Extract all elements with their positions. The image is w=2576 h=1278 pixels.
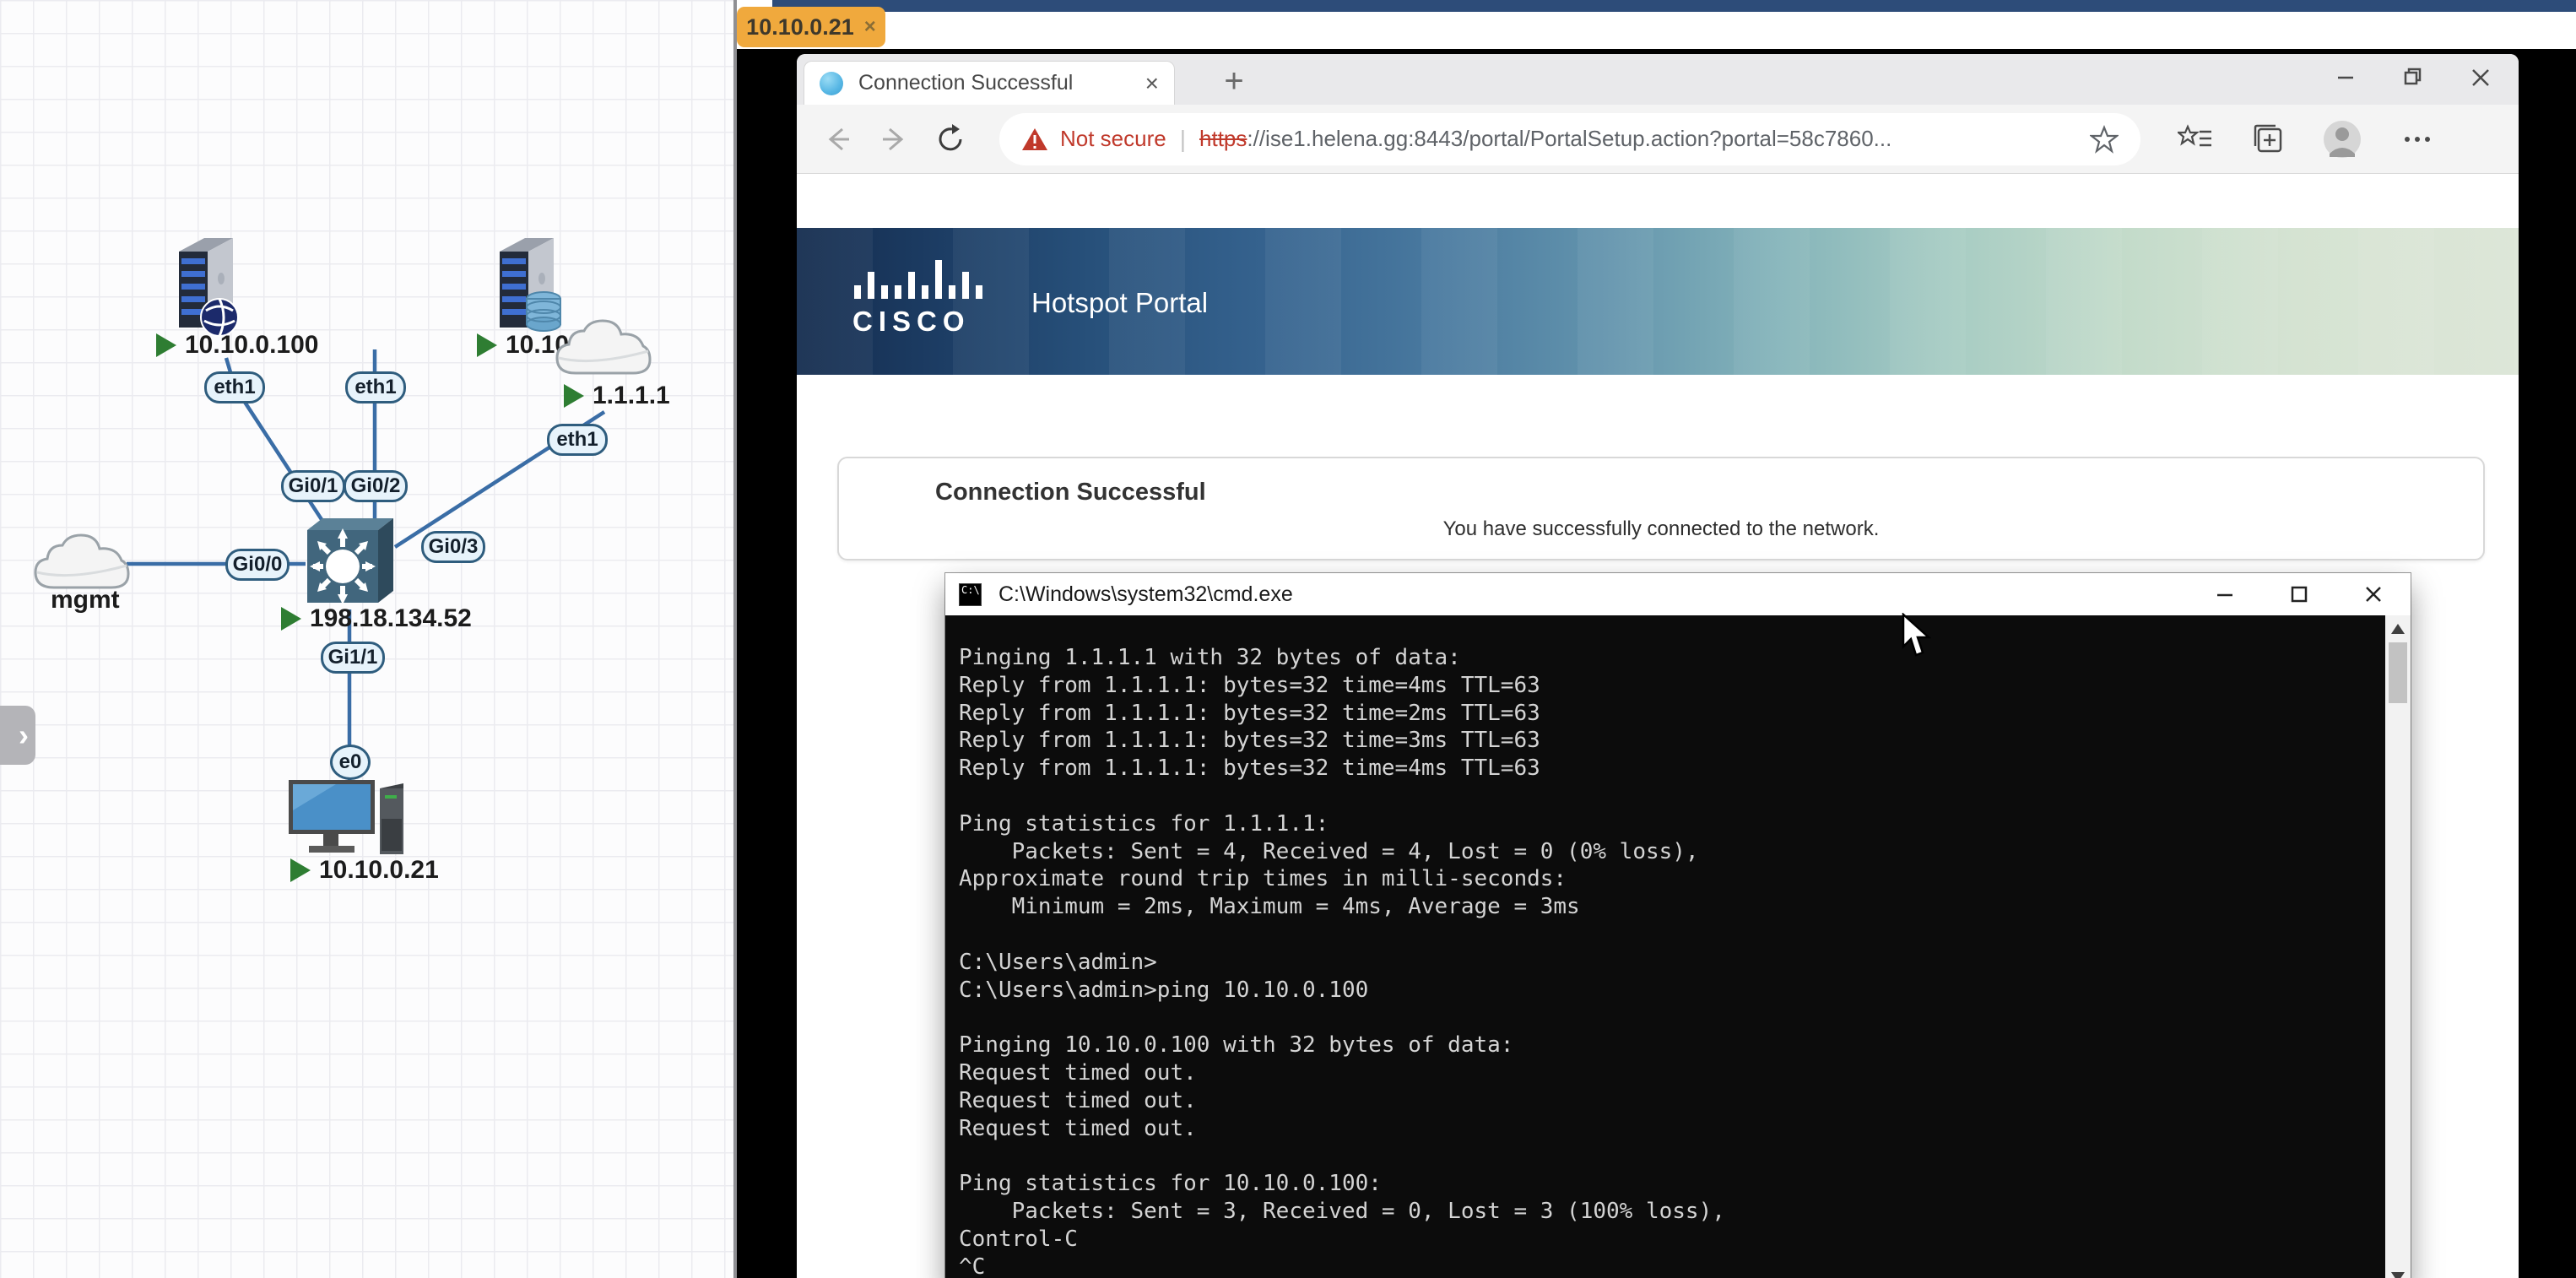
terminal-output: Pinging 1.1.1.1 with 32 bytes of data: R… — [959, 644, 1725, 1278]
address-bar[interactable]: Not secure | https://ise1.helena.gg:8443… — [999, 113, 2140, 165]
close-button[interactable] — [2468, 64, 2493, 89]
back-button[interactable] — [820, 122, 854, 156]
cmd-minimize-button[interactable] — [2188, 573, 2262, 615]
cloud-icon — [550, 314, 655, 382]
connection-card-message: You have successfully connected to the n… — [839, 517, 2483, 541]
node-label-internet[interactable]: 1.1.1.1 — [564, 382, 670, 410]
running-indicator-icon — [290, 858, 311, 882]
node-label-mgmt[interactable]: mgmt — [51, 586, 120, 615]
forward-button[interactable] — [878, 122, 912, 156]
console-tab-10-10-0-21[interactable]: 10.10.0.21 × — [737, 7, 885, 47]
cisco-brand-text: CISCO — [852, 306, 971, 338]
interface-label-gi0-3[interactable]: Gi0/3 — [421, 531, 485, 563]
running-indicator-icon — [281, 607, 301, 631]
portal-page: CISCO Hotspot Portal Connection Successf… — [797, 175, 2519, 1278]
terminal[interactable]: Pinging 1.1.1.1 with 32 bytes of data: R… — [945, 615, 2411, 1278]
topology-links — [0, 0, 735, 1278]
internet-label: 1.1.1.1 — [593, 382, 670, 410]
profile-avatar[interactable] — [2323, 120, 2362, 159]
browser-tabstrip: Connection Successful × + — [797, 54, 2519, 105]
interface-label-e0[interactable]: e0 — [330, 745, 371, 780]
scroll-down-icon[interactable] — [2391, 1272, 2405, 1278]
node-pc[interactable] — [285, 777, 414, 865]
cmd-close-button[interactable] — [2336, 573, 2411, 615]
favorite-star-icon[interactable] — [2090, 125, 2119, 154]
node-server-10-10-0-100[interactable] — [167, 233, 277, 345]
browser-tab-connection-successful[interactable]: Connection Successful × — [804, 61, 1175, 105]
terminal-scrollbar[interactable] — [2385, 615, 2411, 1278]
pc-label: 10.10.0.21 — [319, 856, 439, 885]
portal-banner: CISCO Hotspot Portal — [797, 228, 2519, 375]
pc-icon — [285, 777, 414, 861]
tab-close-icon[interactable]: × — [1145, 70, 1159, 97]
node-label-pc[interactable]: 10.10.0.21 — [290, 856, 439, 885]
cmd-window: C:\ C:\Windows\system32\cmd.exe — [945, 573, 2411, 1278]
url-scheme: https — [1199, 126, 1247, 152]
not-secure-label: Not secure — [1060, 126, 1166, 152]
connection-card-title: Connection Successful — [935, 479, 1206, 506]
cmd-titlebar[interactable]: C:\ C:\Windows\system32\cmd.exe — [945, 573, 2411, 615]
screen: 10.10.0.100 — [0, 0, 2576, 1278]
switch-label: 198.18.134.52 — [310, 604, 472, 633]
minimize-button[interactable] — [2333, 64, 2358, 89]
interface-label-gi1-1[interactable]: Gi1/1 — [321, 642, 385, 674]
tab-title: Connection Successful — [858, 71, 1145, 95]
running-indicator-icon — [156, 333, 176, 357]
cmd-title: C:\Windows\system32\cmd.exe — [998, 582, 1293, 607]
console-tab-close-icon[interactable]: × — [864, 15, 876, 39]
chevron-right-icon: › — [19, 720, 29, 750]
node-switch[interactable] — [300, 513, 400, 615]
mouse-cursor — [1901, 613, 1940, 658]
portal-title: Hotspot Portal — [1031, 287, 1208, 319]
console-panel: 10.10.0.21 × Connection Successful × + — [737, 0, 2576, 1278]
cisco-logo-icon — [852, 255, 996, 304]
server-icon — [167, 233, 277, 341]
cmd-maximize-button[interactable] — [2262, 573, 2336, 615]
node-label-switch[interactable]: 198.18.134.52 — [281, 604, 472, 633]
browser-toolbar: Not secure | https://ise1.helena.gg:8443… — [797, 105, 2519, 174]
menu-ellipsis-icon[interactable] — [2399, 122, 2436, 156]
cmd-app-icon: C:\ — [959, 583, 982, 606]
url-text: ://ise1.helena.gg:8443/portal/PortalSetu… — [1247, 126, 1891, 152]
scroll-up-icon[interactable] — [2391, 624, 2405, 634]
console-top-bar — [772, 0, 2576, 12]
collections-icon[interactable] — [2250, 122, 2286, 156]
node-label-server1[interactable]: 10.10.0.100 — [156, 331, 318, 360]
favorites-bar-icon[interactable] — [2178, 123, 2213, 155]
console-tab-label: 10.10.0.21 — [746, 14, 854, 41]
topology-canvas[interactable]: 10.10.0.100 — [0, 0, 735, 1278]
new-tab-button[interactable]: + — [1215, 64, 1253, 101]
mgmt-label: mgmt — [51, 586, 120, 615]
interface-label-gi0-2[interactable]: Gi0/2 — [344, 470, 408, 502]
connection-card: Connection Successful You have successfu… — [837, 457, 2485, 560]
tab-favicon-icon — [820, 72, 843, 95]
restore-button[interactable] — [2400, 64, 2426, 89]
interface-label-server1-eth1[interactable]: eth1 — [204, 371, 265, 403]
refresh-button[interactable] — [935, 122, 969, 156]
scrollbar-thumb[interactable] — [2389, 642, 2407, 703]
interface-label-gi0-0[interactable]: Gi0/0 — [225, 549, 290, 581]
interface-label-server2-eth1[interactable]: eth1 — [345, 371, 406, 403]
sidebar-expand-handle[interactable]: › — [0, 706, 35, 765]
switch-icon — [300, 513, 400, 611]
browser-window: Connection Successful × + — [797, 54, 2519, 1278]
interface-label-gi0-1[interactable]: Gi0/1 — [281, 470, 345, 502]
running-indicator-icon — [564, 384, 584, 408]
address-separator: | — [1180, 126, 1186, 153]
not-secure-warning-icon — [1021, 127, 1048, 152]
interface-label-internet-eth1[interactable]: eth1 — [547, 424, 608, 456]
node-cloud-internet[interactable] — [550, 314, 655, 386]
running-indicator-icon — [477, 333, 497, 357]
server1-label: 10.10.0.100 — [185, 331, 318, 360]
